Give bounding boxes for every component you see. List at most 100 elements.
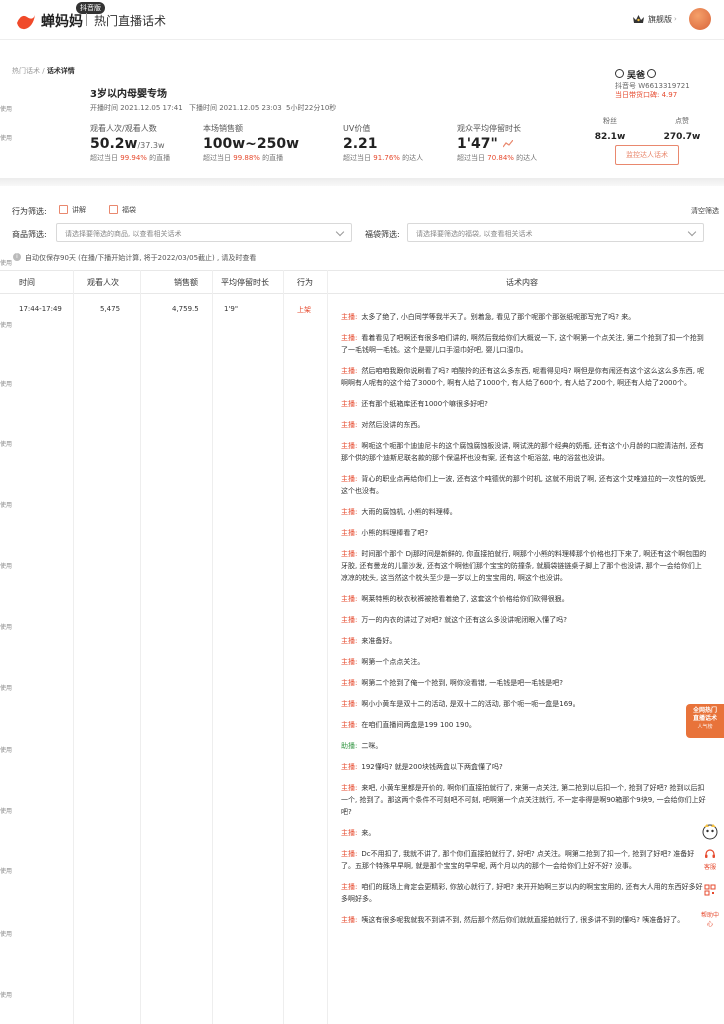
stat-value: 100w~250w bbox=[203, 136, 300, 152]
retention-note: 自动仅保存90天 (在播/下播开始计算, 将于2022/03/05截止) , 请… bbox=[25, 254, 257, 262]
checkbox-explain-label[interactable]: 讲解 bbox=[72, 205, 86, 215]
script-text: 咦这有很多呢我就我不到讲不到, 然后那个然后你们就就直接拍就行了, 很多讲不到的… bbox=[361, 916, 685, 924]
breadcrumb: 热门话术 / 话术详情 bbox=[12, 66, 75, 76]
stat-sub-suffix: 的达人 bbox=[399, 154, 424, 162]
script-row: 主播: 来准备好。 bbox=[341, 635, 707, 647]
script-text: 然后咱咱我跟你说刷看了吗? 咱酸拎的还有这么多东西, 呢看得见吗? 啊但是你有闹… bbox=[341, 367, 705, 387]
column-header-time: 时间 bbox=[19, 278, 35, 287]
table-top-border bbox=[0, 270, 724, 271]
behavior-filter-label: 行为筛选: bbox=[12, 207, 47, 216]
logo-icon[interactable] bbox=[15, 11, 37, 31]
monitor-script-button[interactable]: 监控达人话术 bbox=[615, 145, 679, 165]
script-text: 192懂吗? 就是200块钱两盒以下两盒懂了吗? bbox=[361, 763, 503, 771]
cell-sales: 4,759.5 bbox=[172, 305, 199, 313]
brand-divider bbox=[86, 13, 87, 26]
stat-sub-suffix: 的直播 bbox=[259, 154, 284, 162]
trend-icon bbox=[502, 140, 513, 148]
bag-select[interactable]: 请选择要筛选的福袋, 以查看相关话术 bbox=[407, 223, 704, 242]
bag-filter-label: 福袋筛选: bbox=[365, 230, 400, 239]
script-speaker: 主播: bbox=[341, 850, 358, 858]
script-speaker: 主播: bbox=[341, 883, 358, 891]
streamer-name[interactable]: 吴爸 bbox=[627, 68, 645, 81]
clear-filters-button[interactable]: 清空筛选 bbox=[691, 206, 719, 216]
script-row: 主播: 在咱们直播间两盒是199 100 190。 bbox=[341, 719, 707, 731]
script-text: 来。 bbox=[361, 829, 376, 837]
checkbox-bag-label[interactable]: 福袋 bbox=[122, 205, 136, 215]
checkbox-bag[interactable] bbox=[109, 205, 118, 214]
help-center-label[interactable]: 帮助中心 bbox=[699, 911, 721, 929]
column-header-sales: 销售额 bbox=[174, 278, 198, 287]
script-speaker: 主播: bbox=[341, 679, 358, 687]
script-speaker: 主播: bbox=[341, 658, 358, 666]
stat-uv-value: UV价值 2.21 超过当日 91.76% 的达人 bbox=[343, 123, 423, 163]
top-bar: 蝉妈妈 抖音版 热门直播话术 旗舰版 › bbox=[0, 0, 724, 40]
stat-percent: 99.94% bbox=[120, 154, 147, 162]
script-row: 主播: 来。 bbox=[341, 827, 707, 839]
bag-select-placeholder: 请选择要筛选的福袋, 以查看相关话术 bbox=[416, 230, 533, 238]
script-speaker: 主播: bbox=[341, 616, 358, 624]
stat-sub-suffix: 的达人 bbox=[513, 154, 538, 162]
product-select[interactable]: 请选择要筛选的商品, 以查看相关话术 bbox=[56, 223, 352, 242]
script-row: 主播: 对然后没讲的东西。 bbox=[341, 419, 707, 431]
script-speaker: 主播: bbox=[341, 421, 358, 429]
script-row: 主播: 时间那个那个 Dj那时间是新鲜的, 你直接拍就行, 啊那个小熊的料理棒那个… bbox=[341, 548, 707, 584]
script-row: 主播: 咱们的既场上肯定会更精彩, 你放心就行了, 好吧? 来开开始啊三岁以内的啊… bbox=[341, 881, 707, 905]
streamer-badge-icon bbox=[615, 69, 624, 78]
script-row: 主播: 啊呃这个呃那个迪迪尼卡的这个腐蚀腐蚀板没讲, 啊试洗的那个经典的奶瓶, 还… bbox=[341, 440, 707, 464]
stat-sub-suffix: 的直播 bbox=[146, 154, 171, 162]
script-row: 主播: 还有那个纸箱库还有1000个嘛很多好吧? bbox=[341, 398, 707, 410]
chevron-right-icon[interactable]: › bbox=[674, 15, 677, 23]
script-speaker: 主播: bbox=[341, 829, 358, 837]
script-text: 背心的职业点再给你们上一波, 还有这个吨德优的那个时机, 这就不用说了啊, 还有… bbox=[341, 475, 706, 495]
headset-icon[interactable] bbox=[704, 848, 716, 860]
column-header-action: 行为 bbox=[297, 278, 313, 287]
stat-label: 观看人次/观看人数 bbox=[90, 124, 157, 133]
checkbox-explain[interactable] bbox=[59, 205, 68, 214]
script-text: 对然后没讲的东西。 bbox=[361, 421, 425, 429]
script-text: 在咱们直播间两盒是199 100 190。 bbox=[361, 721, 476, 729]
script-speaker: 主播: bbox=[341, 721, 358, 729]
hot-script-banner[interactable]: 全网热门 直播话术 人气榜 bbox=[686, 704, 724, 738]
customer-service-label[interactable]: 客服 bbox=[699, 862, 721, 871]
version-label[interactable]: 旗舰版 bbox=[648, 14, 672, 25]
streamer-badge-icon bbox=[647, 69, 656, 78]
strip-label: 使用 bbox=[0, 322, 12, 329]
stat-sub-prefix: 超过当日 bbox=[457, 154, 488, 162]
script-speaker: 主播: bbox=[341, 916, 358, 924]
stat-value-extra: /37.3w bbox=[137, 141, 165, 150]
script-row: 主播: Dc不用扣了, 我就不讲了, 那个你们直接拍就行了, 好吧? 点关注。啊第… bbox=[341, 848, 707, 872]
table-header-border bbox=[0, 293, 724, 294]
script-speaker: 主播: bbox=[341, 550, 358, 558]
script-speaker: 主播: bbox=[341, 475, 358, 483]
strip-label: 使用 bbox=[0, 135, 12, 142]
qrcode-icon[interactable] bbox=[704, 884, 716, 896]
mascot-icon[interactable] bbox=[701, 822, 719, 840]
script-row: 主播: 小熊的料理棒看了吧? bbox=[341, 527, 707, 539]
script-speaker: 主播: bbox=[341, 508, 358, 516]
left-side-strip: 使用 使用 使用 使用 使用 使用 使用 使用 使用 使用 使用 使用 使用 使… bbox=[0, 0, 12, 1024]
strip-label: 使用 bbox=[0, 502, 12, 509]
stat-views: 观看人次/观看人数 50.2w/37.3w 超过当日 99.94% 的直播 bbox=[90, 123, 170, 163]
breadcrumb-parent[interactable]: 热门话术 bbox=[12, 67, 40, 75]
stat-percent: 70.84% bbox=[487, 154, 514, 162]
strip-label: 使用 bbox=[0, 563, 12, 570]
brand-name[interactable]: 蝉妈妈 bbox=[41, 11, 83, 31]
script-row: 主播: 大雨的腐蚀机, 小熊的料理棒。 bbox=[341, 506, 707, 518]
cell-stay: 1'9" bbox=[224, 305, 239, 313]
cell-time: 17:44-17:49 bbox=[19, 305, 62, 313]
column-header-views: 观看人次 bbox=[87, 278, 119, 287]
script-speaker: 主播: bbox=[341, 784, 358, 792]
script-text: 啊小小黄车是双十二的活动, 是双十二的活动, 那个呃一呃一盒是169。 bbox=[361, 700, 580, 708]
script-row: 主播: 啊莱特熊的秋衣秋裤被抢看着绝了, 这套这个价格给你们砍得很狠。 bbox=[341, 593, 707, 605]
script-row: 主播: 啊小小黄车是双十二的活动, 是双十二的活动, 那个呃一呃一盒是169。 bbox=[341, 698, 707, 710]
chevron-down-icon bbox=[335, 227, 345, 237]
stat-sub-prefix: 超过当日 bbox=[203, 154, 234, 162]
script-text: 啊呃这个呃那个迪迪尼卡的这个腐蚀腐蚀板没讲, 啊试洗的那个经典的奶瓶, 还有这个… bbox=[341, 442, 704, 462]
likes-count: 点赞 270.7w bbox=[657, 116, 707, 142]
user-avatar[interactable] bbox=[689, 8, 711, 30]
banner-line-2: 直播话术 bbox=[692, 715, 717, 722]
section-divider bbox=[0, 178, 724, 186]
start-time: 开播时间 2021.12.05 17:41 bbox=[90, 104, 183, 112]
end-time: 下播时间 2021.12.05 23:03 bbox=[189, 104, 282, 112]
script-row: 主播: 万一的内衣的讲过了对吧? 就这个还有这么多没讲呢闭眼入懂了吗? bbox=[341, 614, 707, 626]
